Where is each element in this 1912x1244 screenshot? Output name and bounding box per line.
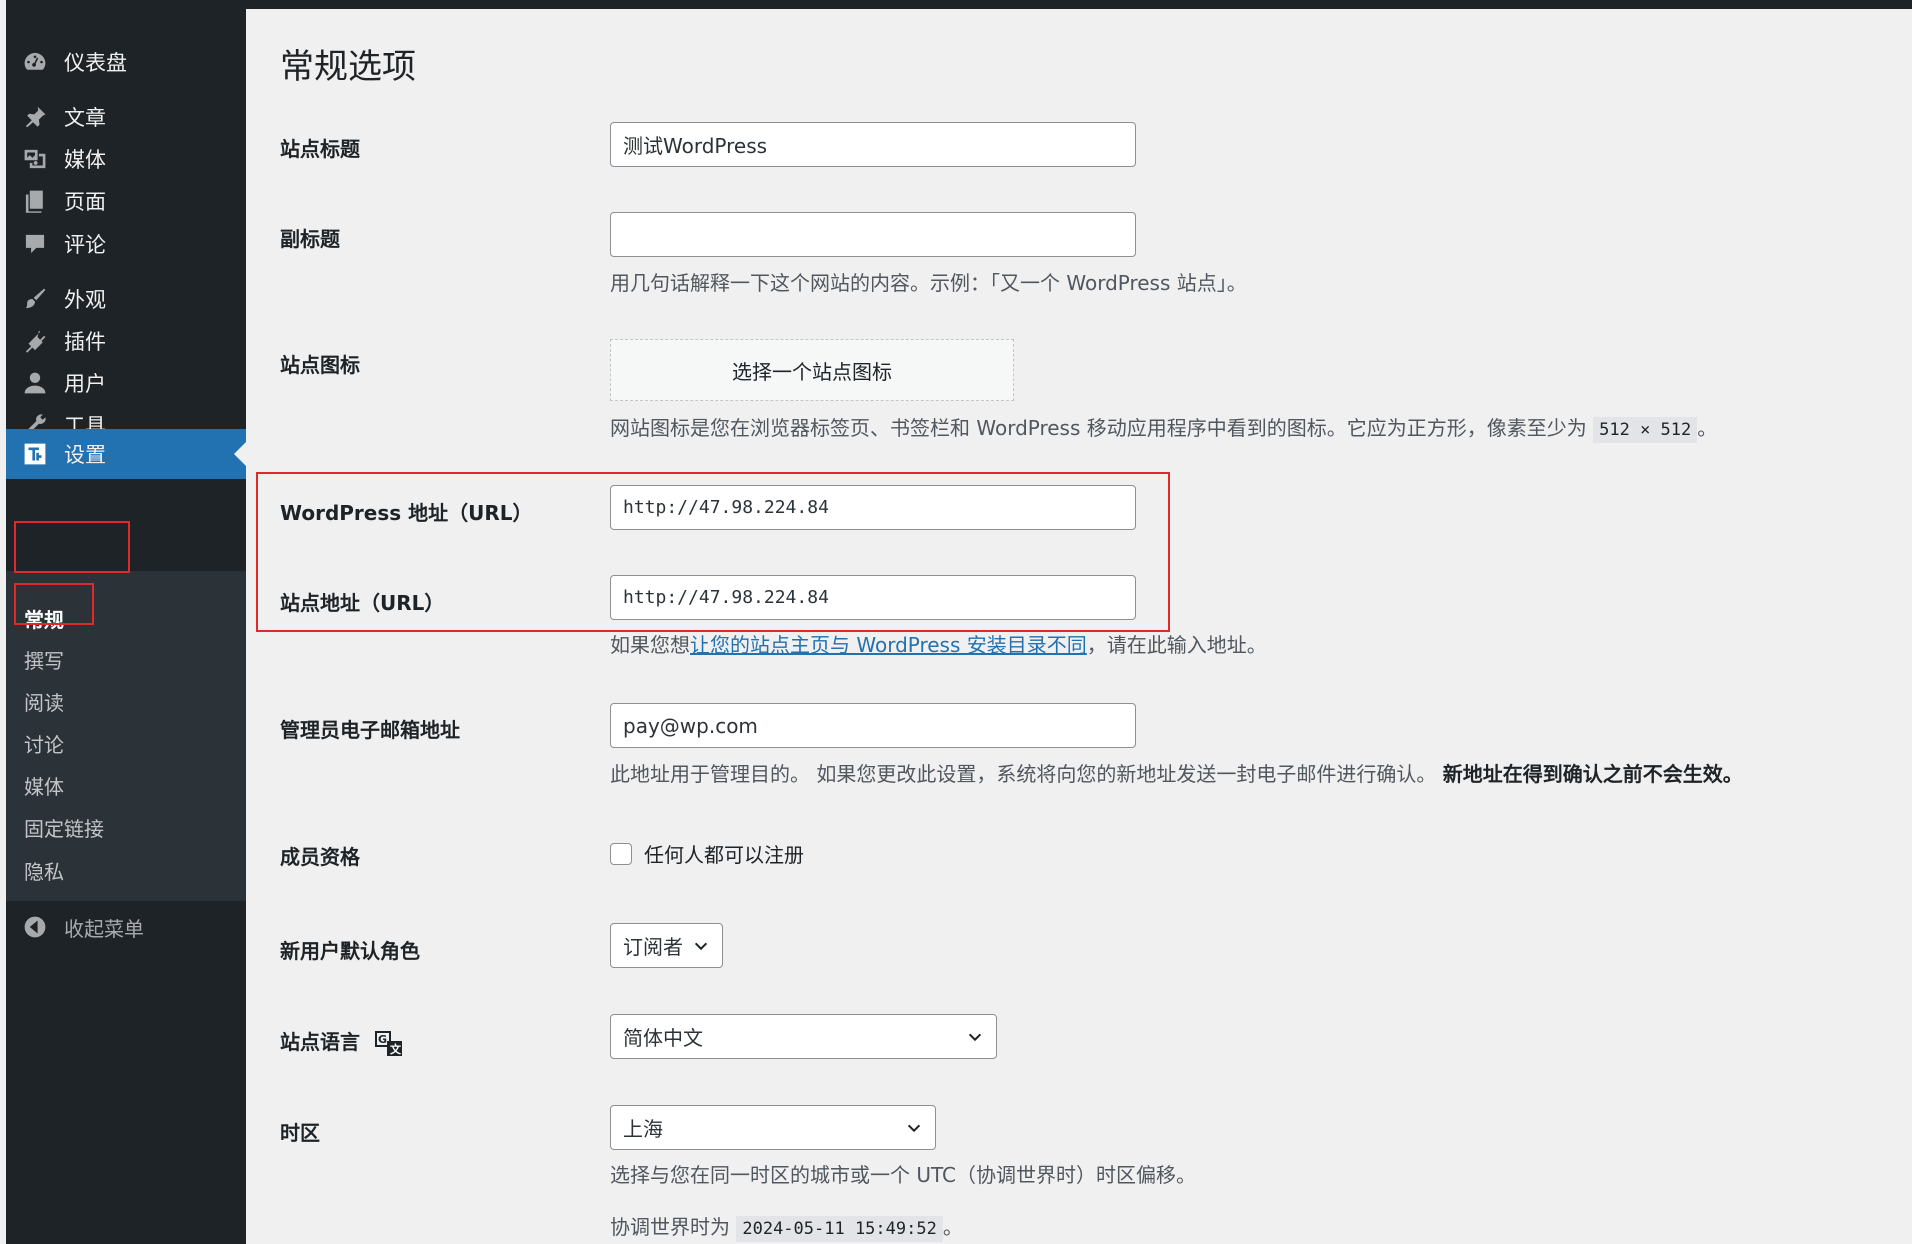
sidebar-item-label: 页面	[64, 190, 106, 214]
sidebar-item-label: 插件	[64, 330, 106, 354]
collapse-label: 收起菜单	[64, 916, 144, 941]
default-role-label: 新用户默认角色	[280, 939, 420, 963]
chevron-down-icon	[694, 942, 708, 950]
site-icon-size-code: 512 × 512	[1593, 417, 1698, 443]
site-icon-desc-suffix: 。	[1697, 416, 1718, 440]
site-url-label: 站点地址（URL）	[280, 591, 445, 615]
wordpress-url-value: http://47.98.224.84	[623, 497, 829, 518]
submenu-item-general[interactable]: 常规	[24, 604, 64, 633]
site-url-desc-suffix: ，请在此输入地址。	[1086, 633, 1267, 657]
submenu-item-permalinks[interactable]: 固定链接	[24, 813, 104, 842]
tagline-input[interactable]	[610, 212, 1136, 257]
sidebar-item-label: 用户	[64, 372, 106, 396]
top-bar	[0, 0, 1912, 9]
sidebar-item-label: 仪表盘	[64, 51, 127, 75]
utc-time-code: 2024-05-11 15:49:52	[736, 1216, 943, 1242]
collapse-menu-button[interactable]: 收起菜单	[6, 907, 144, 947]
choose-site-icon-button[interactable]: 选择一个站点图标	[610, 339, 1014, 401]
sidebar-item-dashboard[interactable]: 仪表盘	[6, 37, 246, 87]
site-icon-desc-text: 网站图标是您在浏览器标签页、书签栏和 WordPress 移动应用程序中看到的图…	[610, 416, 1594, 440]
sidebar-item-label: 评论	[64, 233, 106, 257]
membership-label: 成员资格	[280, 845, 360, 869]
default-role-value: 订阅者	[623, 935, 683, 959]
sidebar-item-label: 媒体	[64, 148, 106, 172]
svg-text:文: 文	[390, 1042, 402, 1056]
admin-email-desc-text: 此地址用于管理目的。 如果您更改此设置，系统将向您的新地址发送一封电子邮件进行确…	[610, 762, 1443, 786]
wordpress-url-input[interactable]: http://47.98.224.84	[610, 485, 1136, 530]
admin-email-value: pay@wp.com	[623, 713, 758, 738]
admin-email-description: 此地址用于管理目的。 如果您更改此设置，系统将向您的新地址发送一封电子邮件进行确…	[610, 758, 1743, 787]
site-icon-label: 站点图标	[280, 353, 360, 377]
utc-time-suffix: 。	[942, 1215, 963, 1239]
default-role-select[interactable]: 订阅者	[610, 923, 723, 968]
tagline-label: 副标题	[280, 227, 340, 251]
pin-icon	[20, 102, 50, 132]
main-content: 常规选项 站点标题 测试WordPress 副标题 用几句话解释一下这个网站的内…	[246, 9, 1912, 1244]
admin-email-label: 管理员电子邮箱地址	[280, 718, 460, 742]
site-url-value: http://47.98.224.84	[623, 587, 829, 608]
collapse-icon	[20, 912, 50, 942]
submenu-item-writing[interactable]: 撰写	[24, 645, 64, 674]
site-url-desc-prefix: 如果您想	[610, 633, 690, 657]
site-url-input[interactable]: http://47.98.224.84	[610, 575, 1136, 620]
chevron-down-icon	[968, 1033, 982, 1041]
timezone-label: 时区	[280, 1121, 320, 1145]
chevron-down-icon	[907, 1124, 921, 1132]
settings-submenu: 常规 撰写 阅读 讨论 媒体 固定链接 隐私	[6, 571, 246, 901]
brush-icon	[20, 284, 50, 314]
site-language-label-text: 站点语言	[280, 1030, 360, 1054]
submenu-item-privacy[interactable]: 隐私	[24, 856, 64, 885]
translate-icon: G 文	[374, 1030, 402, 1056]
svg-text:G: G	[378, 1033, 387, 1046]
page-title: 常规选项	[280, 47, 416, 87]
sidebar-item-label: 文章	[64, 106, 106, 130]
site-url-help-link[interactable]: 让您的站点主页与 WordPress 安装目录不同	[690, 633, 1087, 657]
submenu-item-discussion[interactable]: 讨论	[24, 729, 64, 758]
site-url-description: 如果您想让您的站点主页与 WordPress 安装目录不同，请在此输入地址。	[610, 629, 1267, 658]
site-language-label: 站点语言 G 文	[280, 1026, 403, 1057]
timezone-select[interactable]: 上海	[610, 1105, 936, 1150]
choose-site-icon-label: 选择一个站点图标	[732, 359, 892, 384]
admin-sidebar: 仪表盘 文章 媒体 页面 评论 外观 插件 用户 工具 设置 常规 撰写 阅读 …	[6, 9, 246, 1244]
comment-icon	[20, 229, 50, 259]
settings-icon	[20, 439, 50, 469]
dashboard-icon	[20, 47, 50, 77]
anyone-can-register-label: 任何人都可以注册	[644, 843, 804, 867]
site-title-value: 测试WordPress	[623, 134, 768, 158]
anyone-can-register-checkbox[interactable]	[610, 842, 632, 865]
site-language-value: 简体中文	[623, 1026, 703, 1050]
sidebar-item-comments[interactable]: 评论	[6, 219, 246, 269]
sidebar-item-settings[interactable]: 设置	[6, 429, 246, 479]
site-title-label: 站点标题	[280, 137, 360, 161]
tagline-description: 用几句话解释一下这个网站的内容。示例：「又一个 WordPress 站点」。	[610, 271, 1247, 295]
site-language-select[interactable]: 简体中文	[610, 1014, 997, 1059]
plugin-icon	[20, 326, 50, 356]
utc-time-display: 协调世界时为 2024-05-11 15:49:52。	[610, 1211, 963, 1242]
utc-time-prefix: 协调世界时为	[610, 1215, 737, 1239]
admin-email-input[interactable]: pay@wp.com	[610, 703, 1136, 748]
timezone-description: 选择与您在同一时区的城市或一个 UTC（协调世界时）时区偏移。	[610, 1163, 1197, 1187]
submenu-item-media[interactable]: 媒体	[24, 771, 64, 800]
wordpress-url-label: WordPress 地址（URL）	[280, 501, 533, 525]
submenu-item-reading[interactable]: 阅读	[24, 687, 64, 716]
membership-checkbox-row[interactable]: 任何人都可以注册	[610, 839, 804, 868]
timezone-value: 上海	[623, 1117, 663, 1141]
admin-email-desc-bold: 新地址在得到确认之前不会生效。	[1442, 762, 1743, 786]
sidebar-item-label: 外观	[64, 288, 106, 312]
user-icon	[20, 368, 50, 398]
site-icon-description: 网站图标是您在浏览器标签页、书签栏和 WordPress 移动应用程序中看到的图…	[610, 412, 1718, 443]
page-icon	[20, 186, 50, 216]
site-title-input[interactable]: 测试WordPress	[610, 122, 1136, 167]
sidebar-item-label: 设置	[64, 443, 106, 467]
media-icon	[20, 144, 50, 174]
